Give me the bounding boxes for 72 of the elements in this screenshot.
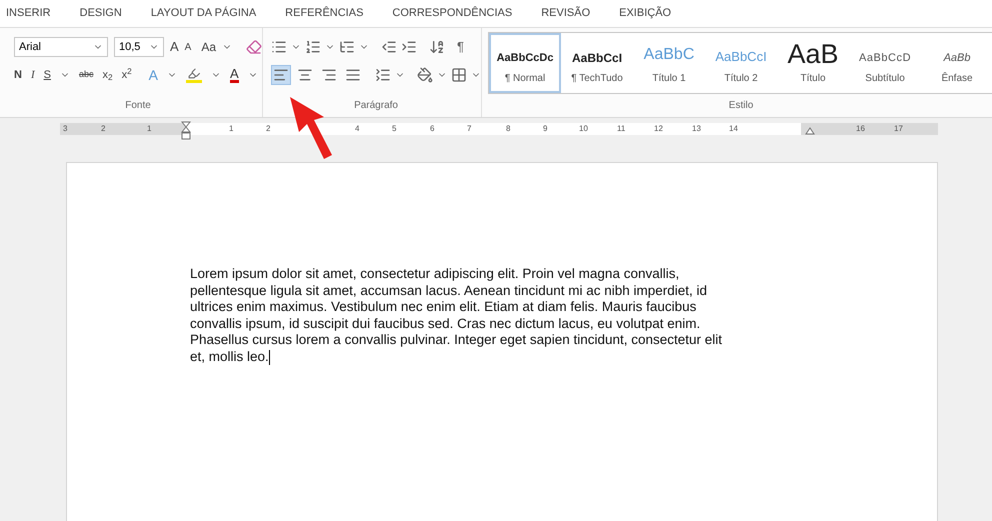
ruler-number: 16 — [856, 123, 865, 135]
ruler-number: 12 — [654, 123, 663, 135]
font-color-button[interactable]: A — [230, 67, 239, 83]
ribbon-tab[interactable]: CORRESPONDÊNCIAS — [392, 5, 512, 22]
italic-button[interactable]: I — [30, 66, 35, 84]
ruler-number: 11 — [617, 123, 626, 135]
style-gallery-item[interactable]: AaB Título — [777, 33, 850, 93]
style-gallery-item[interactable]: AaBbC Título 1 — [633, 33, 706, 93]
increase-indent-icon[interactable] — [401, 39, 418, 55]
bullets-icon[interactable] — [271, 39, 288, 55]
ruler-number: 7 — [467, 123, 472, 135]
highlighter-icon[interactable] — [186, 67, 202, 83]
ribbon-tab[interactable]: DESIGN — [80, 5, 122, 22]
borders-icon[interactable] — [451, 67, 468, 83]
ribbon-tab[interactable]: EXIBIÇÃO — [619, 5, 672, 22]
decrease-indent-icon[interactable] — [381, 39, 398, 55]
annotation-arrow — [288, 95, 334, 161]
ruler-number: 17 — [894, 123, 903, 135]
grow-font-button[interactable]: A — [170, 37, 179, 57]
text-cursor — [268, 350, 270, 365]
sort-icon[interactable] — [429, 39, 446, 55]
underline-button[interactable]: S — [44, 66, 51, 84]
font-name-field[interactable]: Arial — [14, 37, 108, 57]
right-indent-marker-icon[interactable] — [805, 127, 815, 135]
body-text-line: convallis ipsum, id suscipit dui faucibus sed. Cras nec dictum lacus, eu volutpat enim. — [190, 316, 700, 332]
strikethrough-button[interactable]: abc — [78, 68, 94, 82]
line-spacing-icon[interactable] — [375, 67, 392, 83]
ruler-number: 2 — [101, 123, 106, 135]
ribbon-tab[interactable]: REVISÃO — [541, 5, 590, 22]
style-gallery-item[interactable]: AaBbCcI Título 2 — [705, 33, 778, 93]
ruler-number: 1 — [147, 123, 152, 135]
ruler-number: 4 — [355, 123, 360, 135]
ruler-number: 10 — [579, 123, 588, 135]
ruler-number: 6 — [430, 123, 434, 135]
numbering-icon[interactable] — [305, 39, 322, 55]
indent-marker-icon[interactable] — [181, 121, 191, 141]
ribbon-tab[interactable]: INSERIR — [6, 5, 51, 22]
group-label: Parágrafo — [354, 99, 398, 113]
body-text-line: Phasellus cursus lorem a convallis pulvinar. Integer eget sapien tincidunt, consectetur elit — [190, 332, 722, 349]
font-size-field[interactable]: 10,5 — [114, 37, 164, 57]
superscript-button[interactable]: x$^{2}$ — [122, 66, 132, 84]
shrink-font-button[interactable]: A — [184, 40, 192, 54]
shading-icon[interactable] — [417, 67, 434, 83]
bold-button[interactable]: N — [14, 66, 22, 84]
ribbon-tab[interactable]: REFERÊNCIAS — [285, 5, 364, 22]
ruler-number: 13 — [692, 123, 701, 135]
font-size-value: 10,5 — [119, 40, 140, 55]
font-name-value: Arial — [19, 40, 42, 55]
ruler-number: 1 — [229, 123, 234, 135]
multilevel-list-icon[interactable] — [339, 39, 356, 55]
ruler-number: 3 — [63, 123, 68, 135]
clear-formatting-icon[interactable] — [246, 39, 262, 55]
ruler-number: 5 — [392, 123, 396, 135]
ruler-number: 2 — [266, 123, 270, 135]
style-gallery-item[interactable]: AaBbCcDc ¶ Normal — [489, 33, 562, 93]
subscript-button[interactable]: x$_{2}$ — [102, 66, 113, 84]
ruler-number: 14 — [729, 123, 738, 135]
align-button[interactable] — [271, 65, 292, 85]
style-gallery-item[interactable]: AaBbCcI ¶ TechTudo — [561, 33, 634, 93]
change-case-button[interactable]: Aa — [201, 38, 216, 56]
style-gallery-item[interactable]: AaBbCcD Subtítulo — [849, 33, 922, 93]
body-text-line: et, mollis leo. — [190, 348, 269, 366]
ruler-number: 8 — [506, 123, 510, 135]
group-label: Estilo — [728, 99, 754, 113]
ruler-number: 9 — [543, 123, 548, 135]
ribbon-tab[interactable]: LAYOUT DA PÁGINA — [150, 5, 256, 22]
body-text-line: ultrices enim maximus. Vestibulum nec enim elit. Etiam at diam felis. Mauris faucibus — [190, 299, 696, 316]
style-gallery-item[interactable]: AaBb Ênfase — [921, 33, 992, 93]
group-label: Fonte — [125, 99, 151, 113]
body-text-line: Lorem ipsum dolor sit amet, consectetur adipiscing elit. Proin vel magna convallis, — [190, 266, 680, 283]
body-text-line: pellentesque ligula sit amet, accumsan lacus. Aenean tincidunt mi ac nibh imperdiet, id — [190, 282, 708, 300]
show-formatting-button[interactable]: ¶ — [457, 37, 464, 57]
